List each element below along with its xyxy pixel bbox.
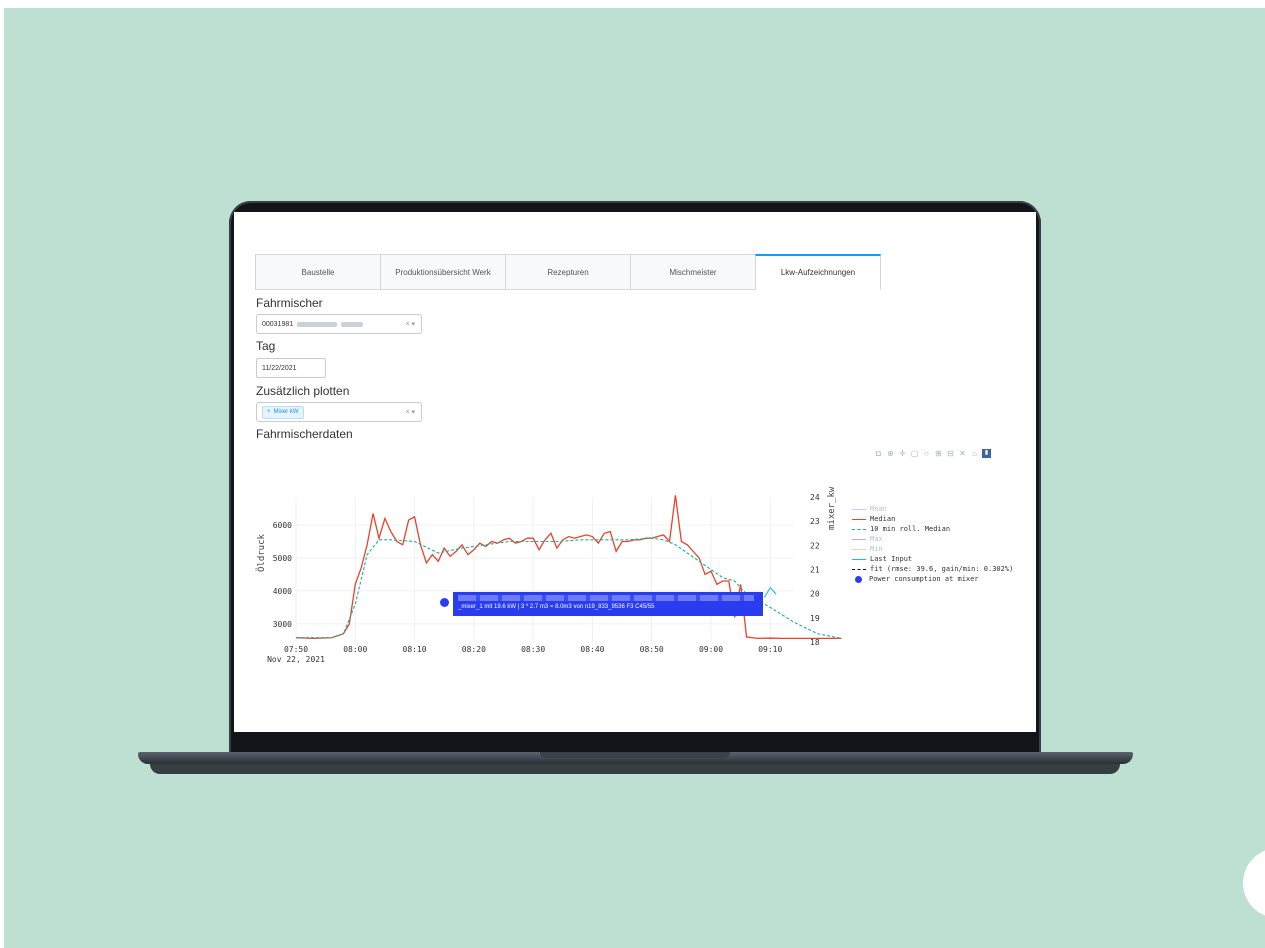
chart-grid xyxy=(295,497,794,642)
laptop-hinge-notch xyxy=(540,752,730,758)
series-line xyxy=(295,495,842,640)
legend-item[interactable]: 10 min roll. Median xyxy=(852,524,1013,534)
legend-item[interactable]: fit (rmse: 39.6, gain/min: 0.302%) xyxy=(852,564,1013,574)
legend-label: fit (rmse: 39.6, gain/min: 0.302%) xyxy=(870,565,1014,573)
series-line xyxy=(296,537,842,639)
laptop-base-shadow xyxy=(150,764,1120,774)
y2-tick-label: 24 xyxy=(810,493,820,502)
legend-swatch xyxy=(852,558,866,560)
x-tick-label: 09:00 xyxy=(699,645,723,654)
chart-lines xyxy=(295,495,842,640)
power-consumption-point[interactable] xyxy=(440,598,449,607)
y-tick-label: 5000 xyxy=(273,554,292,563)
y2-tick-label: 23 xyxy=(810,517,820,526)
chat-widget-button[interactable] xyxy=(1243,848,1265,918)
x-tick-label: 08:40 xyxy=(580,645,604,654)
redacted-text xyxy=(458,595,754,601)
chart-legend: Mean Median 10 min roll. Median Max Min Last … xyxy=(852,504,1013,584)
legend-label: Last Input xyxy=(870,555,913,563)
x-tick-label: 07:50 xyxy=(284,645,308,654)
y2-axis-label: mixer_kw xyxy=(827,486,837,530)
x-tick-label: 09:10 xyxy=(758,645,782,654)
frame-edge xyxy=(0,0,1265,8)
x-tick-label: 08:00 xyxy=(343,645,367,654)
chart-plot[interactable]: 07:50 08:00 08:10 08:20 08:30 08:40 08:50 09:00… xyxy=(234,212,1036,732)
legend-label: Min xyxy=(870,545,883,553)
hover-tooltip: _mixer_1 mit 19.6 kW | 3 * 2.7 m3 = 8.0m… xyxy=(453,592,763,616)
legend-label: Mean xyxy=(870,505,887,513)
legend-label: Max xyxy=(870,535,883,543)
x-tick-label: 08:50 xyxy=(640,645,664,654)
legend-item[interactable]: Last Input xyxy=(852,554,1013,564)
y2-tick-label: 20 xyxy=(810,590,820,599)
x-subtick-label: Nov 22, 2021 xyxy=(267,655,325,664)
legend-item[interactable]: Median xyxy=(852,514,1013,524)
tooltip-text: _mixer_1 mit 19.6 kW | 3 * 2.7 m3 = 8.0m… xyxy=(458,604,655,610)
legend-swatch xyxy=(852,568,866,570)
y-tick-label: 3000 xyxy=(273,620,292,629)
y2-tick-label: 22 xyxy=(810,541,820,550)
y-axis-label: Öldruck xyxy=(256,533,267,572)
x-tick-label: 08:10 xyxy=(403,645,427,654)
legend-item[interactable]: Min xyxy=(852,544,1013,554)
y2-tick-label: 18 xyxy=(810,638,820,647)
legend-item[interactable]: Power consumption at mixer xyxy=(852,574,1013,584)
y2-tick-label: 19 xyxy=(810,614,820,623)
frame-edge-left xyxy=(0,0,4,948)
legend-label: 10 min roll. Median xyxy=(870,525,951,533)
y-tick-label: 6000 xyxy=(273,521,292,530)
x-tick-label: 08:20 xyxy=(462,645,486,654)
legend-label: Power consumption at mixer xyxy=(869,575,979,583)
legend-item[interactable]: Max xyxy=(852,534,1013,544)
y2-tick-label: 21 xyxy=(810,566,820,575)
chart-ticks: 07:50 08:00 08:10 08:20 08:30 08:40 08:50 09:00… xyxy=(267,493,820,664)
legend-swatch xyxy=(852,518,866,520)
legend-swatch xyxy=(852,528,866,530)
x-tick-label: 08:30 xyxy=(521,645,545,654)
legend-swatch xyxy=(852,538,866,540)
legend-swatch xyxy=(855,575,862,583)
legend-item[interactable]: Mean xyxy=(852,504,1013,514)
legend-label: Median xyxy=(870,515,896,523)
legend-swatch xyxy=(852,508,866,510)
y-tick-label: 4000 xyxy=(273,587,292,596)
app-screen: Baustelle Produktionsübersicht Werk Reze… xyxy=(234,212,1036,732)
legend-swatch xyxy=(852,548,866,550)
